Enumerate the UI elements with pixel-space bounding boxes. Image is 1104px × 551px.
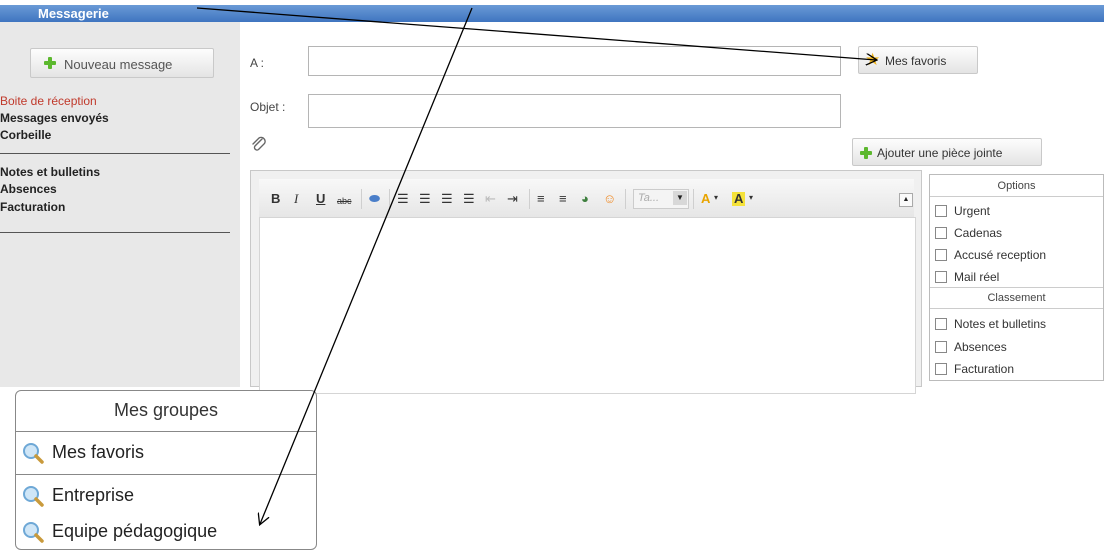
classement-title: Classement <box>987 292 1046 304</box>
group-item-label: Equipe pédagogique <box>52 521 218 541</box>
sidebar-item-grades[interactable]: Notes et bulletins <box>0 165 100 179</box>
group-item-teaching-team[interactable]: Equipe pédagogique <box>16 515 316 549</box>
toolbar-divider <box>693 189 694 209</box>
sidebar-item-inbox[interactable]: Boite de réception <box>0 94 97 108</box>
subject-label: Objet : <box>250 100 286 114</box>
add-attachment-label: Ajouter une pièce jointe <box>877 146 1003 160</box>
indent-icon[interactable]: ⇥ <box>507 192 518 206</box>
classify-grades-checkbox[interactable] <box>935 318 947 330</box>
to-input[interactable] <box>308 46 841 76</box>
group-item-favorites[interactable]: Mes favoris <box>16 436 316 470</box>
smiley-icon[interactable]: ☺ <box>603 192 616 206</box>
chevron-down-icon[interactable]: ▾ <box>749 191 753 205</box>
to-label: A : <box>250 56 265 70</box>
toolbar-divider <box>529 189 530 209</box>
bullet-list-icon[interactable]: ≡ <box>559 192 567 206</box>
editor-toolbar: B I U abc ⬬ ☰ ☰ ☰ ☰ ⇤ ⇥ ≡ ≡ ◕ ☺ Ta... ▼ … <box>259 179 914 217</box>
classify-billing-label: Facturation <box>954 362 1015 376</box>
font-select[interactable]: Ta... ▼ <box>633 189 689 209</box>
options-title: Options <box>997 180 1036 192</box>
align-center-icon[interactable]: ☰ <box>419 192 431 206</box>
chevron-down-icon[interactable]: ▾ <box>714 191 718 205</box>
new-message-button[interactable]: Nouveau message <box>30 48 214 78</box>
sidebar-item-sent[interactable]: Messages envoyés <box>0 111 109 125</box>
classify-absences-label: Absences <box>954 340 1007 354</box>
star-icon: ★ <box>865 50 881 69</box>
strikethrough-button[interactable]: abc <box>337 194 352 208</box>
plus-icon <box>859 146 873 160</box>
underline-button[interactable]: U <box>316 192 325 206</box>
font-color-button[interactable]: A <box>701 192 710 206</box>
bold-button[interactable]: B <box>271 192 280 206</box>
read-receipt-label: Accusé reception <box>954 248 1047 262</box>
options-divider <box>930 196 1103 197</box>
favorites-button-label: Mes favoris <box>885 54 947 68</box>
real-mail-label: Mail réel <box>954 270 1000 284</box>
message-body-editor[interactable] <box>259 217 916 394</box>
magnifier-icon <box>23 443 44 464</box>
group-item-label: Mes favoris <box>52 442 145 462</box>
options-divider <box>930 287 1103 288</box>
groups-divider <box>16 474 316 475</box>
toolbar-divider <box>625 189 626 209</box>
classify-absences-checkbox[interactable] <box>935 341 947 353</box>
align-right-icon[interactable]: ☰ <box>441 192 453 206</box>
read-receipt-checkbox[interactable] <box>935 249 947 261</box>
magnifier-icon <box>23 522 44 543</box>
sidebar-divider <box>0 232 230 233</box>
toolbar-divider <box>389 189 390 209</box>
title-bar-background <box>0 5 1104 22</box>
padlock-checkbox[interactable] <box>935 227 947 239</box>
groups-popup-title: Mes groupes <box>113 400 219 420</box>
app-title: Messagerie <box>38 6 109 21</box>
font-select-placeholder: Ta... <box>638 192 659 204</box>
sidebar-item-absences[interactable]: Absences <box>0 182 57 196</box>
group-item-label: Entreprise <box>52 485 135 505</box>
add-attachment-button[interactable]: Ajouter une pièce jointe <box>852 138 1042 166</box>
toolbar-divider <box>361 189 362 209</box>
link-icon[interactable]: ⬬ <box>369 192 380 206</box>
bg-color-button[interactable]: A <box>732 192 746 206</box>
options-panel: Options Urgent Cadenas Accusé reception … <box>929 174 1104 381</box>
chevron-down-icon: ▼ <box>673 191 687 205</box>
urgent-label: Urgent <box>954 204 991 218</box>
outdent-icon[interactable]: ⇤ <box>485 192 496 206</box>
sidebar: Nouveau message Boite de réception Messa… <box>0 22 240 387</box>
sidebar-item-trash[interactable]: Corbeille <box>0 128 51 142</box>
new-message-label: Nouveau message <box>64 57 173 72</box>
toolbar-collapse-icon[interactable]: ▲ <box>899 193 913 207</box>
classify-grades-label: Notes et bulletins <box>954 317 1047 331</box>
sidebar-divider <box>0 153 230 154</box>
group-item-company[interactable]: Entreprise <box>16 479 316 513</box>
real-mail-checkbox[interactable] <box>935 271 947 283</box>
magnifier-icon <box>23 486 44 507</box>
sidebar-item-billing[interactable]: Facturation <box>0 200 65 214</box>
paperclip-icon[interactable] <box>250 135 268 153</box>
image-icon[interactable]: ◕ <box>581 192 589 206</box>
title-bar: Messagerie <box>0 0 1104 22</box>
classify-billing-checkbox[interactable] <box>935 363 947 375</box>
options-divider <box>930 308 1103 309</box>
groups-divider <box>16 431 316 432</box>
favorites-button[interactable]: ★ Mes favoris <box>858 46 978 74</box>
groups-popup: Mes groupes Mes favoris Entreprise Equip… <box>15 390 317 550</box>
italic-button[interactable]: I <box>294 192 298 206</box>
plus-icon <box>43 56 57 70</box>
urgent-checkbox[interactable] <box>935 205 947 217</box>
rich-text-editor: B I U abc ⬬ ☰ ☰ ☰ ☰ ⇤ ⇥ ≡ ≡ ◕ ☺ Ta... ▼ … <box>250 170 922 394</box>
padlock-label: Cadenas <box>954 226 1003 240</box>
align-left-icon[interactable]: ☰ <box>397 192 409 206</box>
align-justify-icon[interactable]: ☰ <box>463 192 475 206</box>
subject-input[interactable] <box>308 94 841 128</box>
ordered-list-icon[interactable]: ≡ <box>537 192 545 206</box>
